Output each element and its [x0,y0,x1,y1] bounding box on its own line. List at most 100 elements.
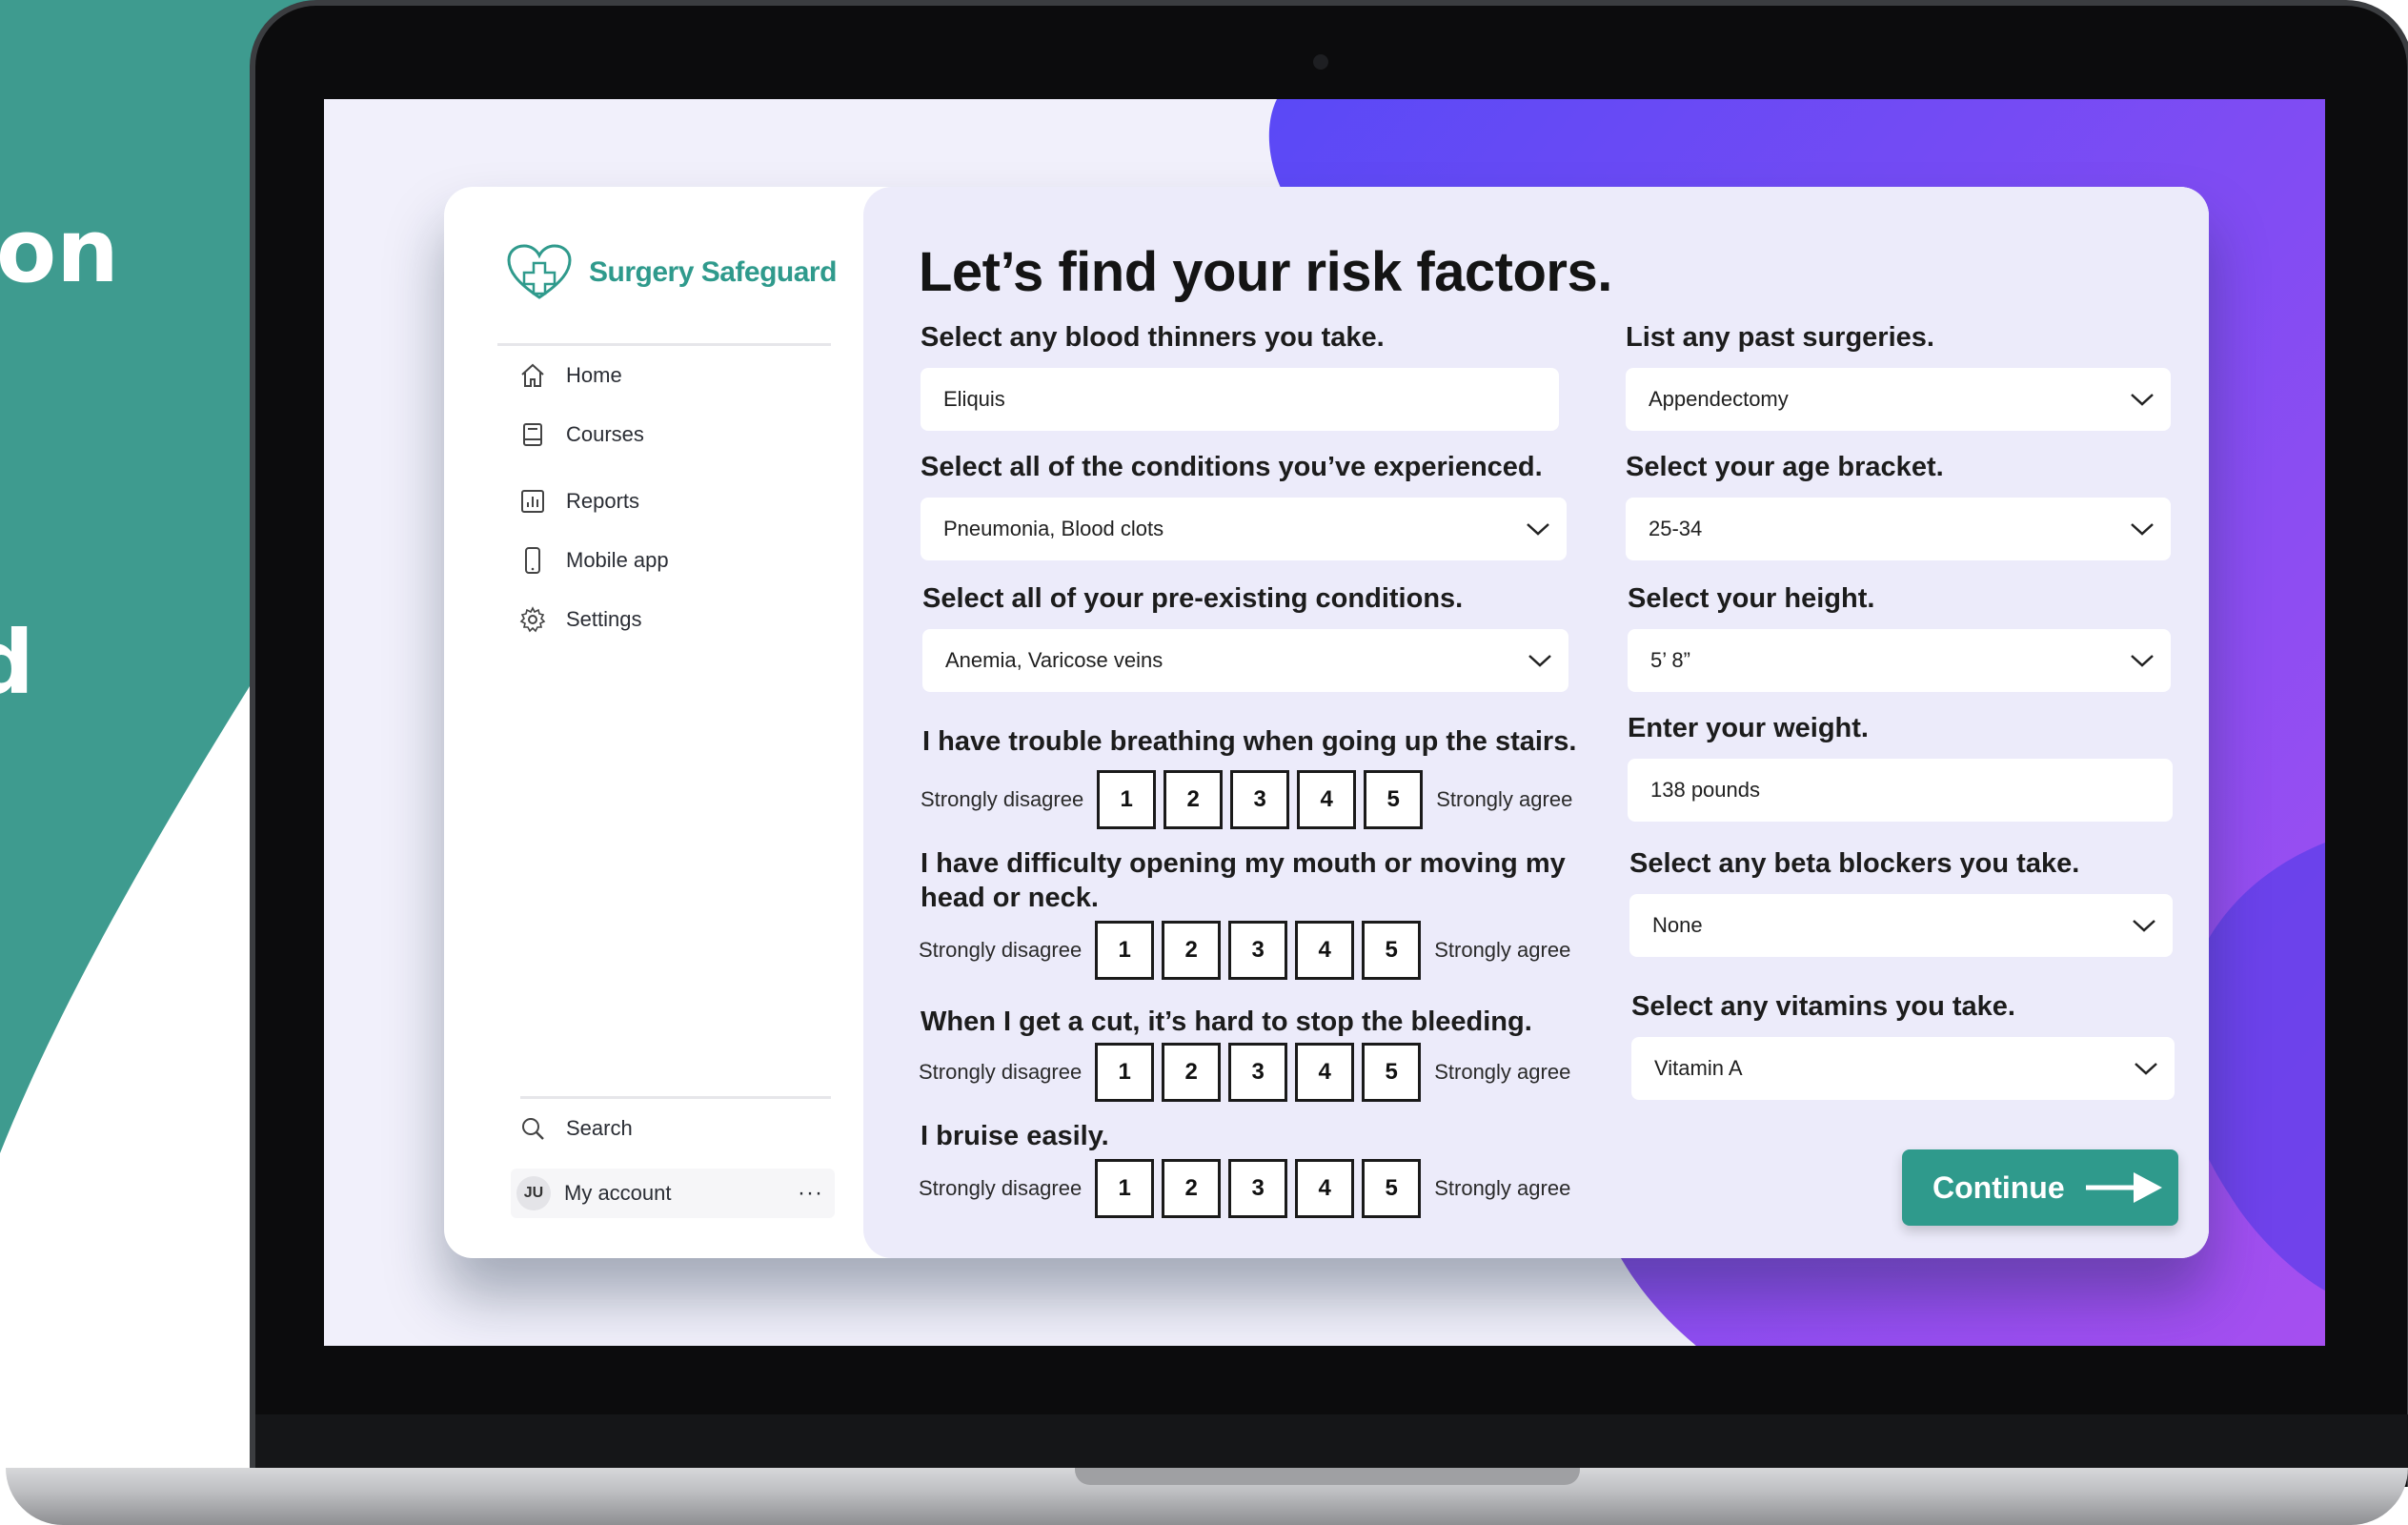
weight-input[interactable]: 138 pounds [1628,759,2173,822]
scale-option-5[interactable]: 5 [1362,1159,1422,1218]
scale-option-1[interactable]: 1 [1095,921,1155,980]
height-select[interactable]: 5’ 8” [1628,629,2171,692]
home-icon [521,363,544,387]
chevron-down-icon [1509,521,1567,537]
scale-option-1[interactable]: 1 [1095,1043,1155,1102]
sidebar-item-home[interactable]: Home [518,356,622,395]
surgeries-select[interactable]: Appendectomy [1626,368,2171,431]
sidebar-item-reports[interactable]: Reports [518,482,639,520]
my-account[interactable]: JU My account ··· [511,1169,835,1218]
preexisting-select[interactable]: Anemia, Varicose veins [922,629,1568,692]
statement-mouth-neck: I have difficulty opening my mouth or mo… [921,848,1566,913]
arrow-right-icon [2085,1172,2162,1203]
scale-option-5[interactable]: 5 [1362,1043,1422,1102]
sidebar: Surgery Safeguard Home Courses Reports M… [444,187,863,1258]
scale-option-3[interactable]: 3 [1228,1043,1288,1102]
scale-high-label: Strongly agree [1434,1176,1571,1200]
scale-high-label: Strongly agree [1434,938,1571,962]
risk-form-panel: Let’s find your risk factors. Select any… [863,187,2209,1258]
laptop-notch [1075,1468,1580,1485]
more-options-icon[interactable]: ··· [798,1180,823,1207]
sidebar-item-label: Reports [566,489,640,513]
preexisting-label: Select all of your pre-existing conditio… [922,583,1464,614]
beta-blockers-label: Select any beta blockers you take. [1629,848,2080,879]
scale-option-1[interactable]: 1 [1095,1159,1155,1218]
sidebar-divider [497,343,831,346]
age-select[interactable]: 25-34 [1626,498,2171,560]
sidebar-item-mobile-app[interactable]: Mobile app [518,541,669,580]
scale-option-2[interactable]: 2 [1164,770,1224,829]
beta-blockers-select[interactable]: None [1629,894,2173,957]
scale-low-label: Strongly disagree [919,1176,1083,1200]
laptop-screen: Surgery Safeguard Home Courses Reports M… [324,99,2325,1346]
scale-high-label: Strongly agree [1434,1060,1571,1084]
height-value: 5’ 8” [1650,648,1690,672]
brand-name: Surgery Safeguard [589,256,837,288]
scale-option-4[interactable]: 4 [1295,1159,1355,1218]
chevron-down-icon [2115,918,2173,933]
scale-option-2[interactable]: 2 [1162,921,1222,980]
brand[interactable]: Surgery Safeguard [507,244,837,301]
scale-option-3[interactable]: 3 [1228,1159,1288,1218]
chevron-down-icon [2114,521,2171,537]
preexisting-value: Anemia, Varicose veins [945,648,1164,672]
scale-option-4[interactable]: 4 [1297,770,1357,829]
scale-option-4[interactable]: 4 [1295,1043,1355,1102]
slide-heading-fragment: on [0,200,119,302]
scale-option-5[interactable]: 5 [1362,921,1422,980]
blood-thinners-value: Eliquis [943,387,1005,411]
sidebar-item-label: Courses [566,422,644,446]
age-value: 25-34 [1649,517,1703,540]
avatar: JU [516,1176,551,1210]
book-icon [523,423,542,446]
sidebar-divider [520,1096,831,1099]
sidebar-item-label: Home [566,363,622,387]
continue-label: Continue [1932,1169,2065,1205]
chevron-down-icon [2117,1061,2175,1076]
vitamins-label: Select any vitamins you take. [1631,991,2015,1022]
scale-option-3[interactable]: 3 [1228,921,1288,980]
sidebar-search[interactable]: Search [518,1109,633,1148]
scale-low-label: Strongly disagree [921,787,1084,811]
search-label: Search [566,1116,633,1140]
conditions-value: Pneumonia, Blood clots [943,517,1164,540]
app-window: Surgery Safeguard Home Courses Reports M… [444,187,2209,1258]
scale-mouth-neck: Strongly disagree 1 2 3 4 5 Strongly agr… [919,921,1570,980]
heart-cross-logo-icon [507,244,572,299]
chevron-down-icon [2114,653,2171,668]
vitamins-select[interactable]: Vitamin A [1631,1037,2175,1100]
scale-option-1[interactable]: 1 [1097,770,1157,829]
search-icon [522,1118,544,1140]
continue-button[interactable]: Continue [1902,1149,2178,1226]
weight-label: Enter your weight. [1628,713,1869,743]
scale-option-3[interactable]: 3 [1230,770,1290,829]
statement-bruise: I bruise easily. [921,1121,1109,1151]
camera-dot [1313,54,1328,70]
scale-bruise: Strongly disagree 1 2 3 4 5 Strongly agr… [919,1159,1570,1218]
statement-breathing: I have trouble breathing when going up t… [922,726,1577,757]
beta-blockers-value: None [1652,913,1703,937]
sidebar-item-label: Mobile app [566,548,669,572]
weight-value: 138 pounds [1650,778,1760,802]
height-label: Select your height. [1628,583,1875,614]
blood-thinners-label: Select any blood thinners you take. [921,322,1385,353]
scale-bleeding: Strongly disagree 1 2 3 4 5 Strongly agr… [919,1043,1570,1102]
surgeries-value: Appendectomy [1649,387,1789,411]
scale-option-2[interactable]: 2 [1162,1159,1222,1218]
age-label: Select your age bracket. [1626,452,1944,482]
scale-option-4[interactable]: 4 [1295,921,1355,980]
chart-icon [521,490,544,513]
laptop-bezel-bottom [255,1414,2408,1472]
sidebar-item-label: Settings [566,607,642,631]
slide-text-fragment: d [0,612,34,714]
blood-thinners-input[interactable]: Eliquis [921,368,1559,431]
scale-low-label: Strongly disagree [919,1060,1083,1084]
scale-low-label: Strongly disagree [919,938,1083,962]
scale-option-5[interactable]: 5 [1364,770,1424,829]
scale-option-2[interactable]: 2 [1162,1043,1222,1102]
conditions-select[interactable]: Pneumonia, Blood clots [921,498,1567,560]
sidebar-item-settings[interactable]: Settings [518,600,642,639]
sidebar-item-courses[interactable]: Courses [518,416,644,454]
chevron-down-icon [2114,392,2171,407]
phone-icon [525,547,540,574]
